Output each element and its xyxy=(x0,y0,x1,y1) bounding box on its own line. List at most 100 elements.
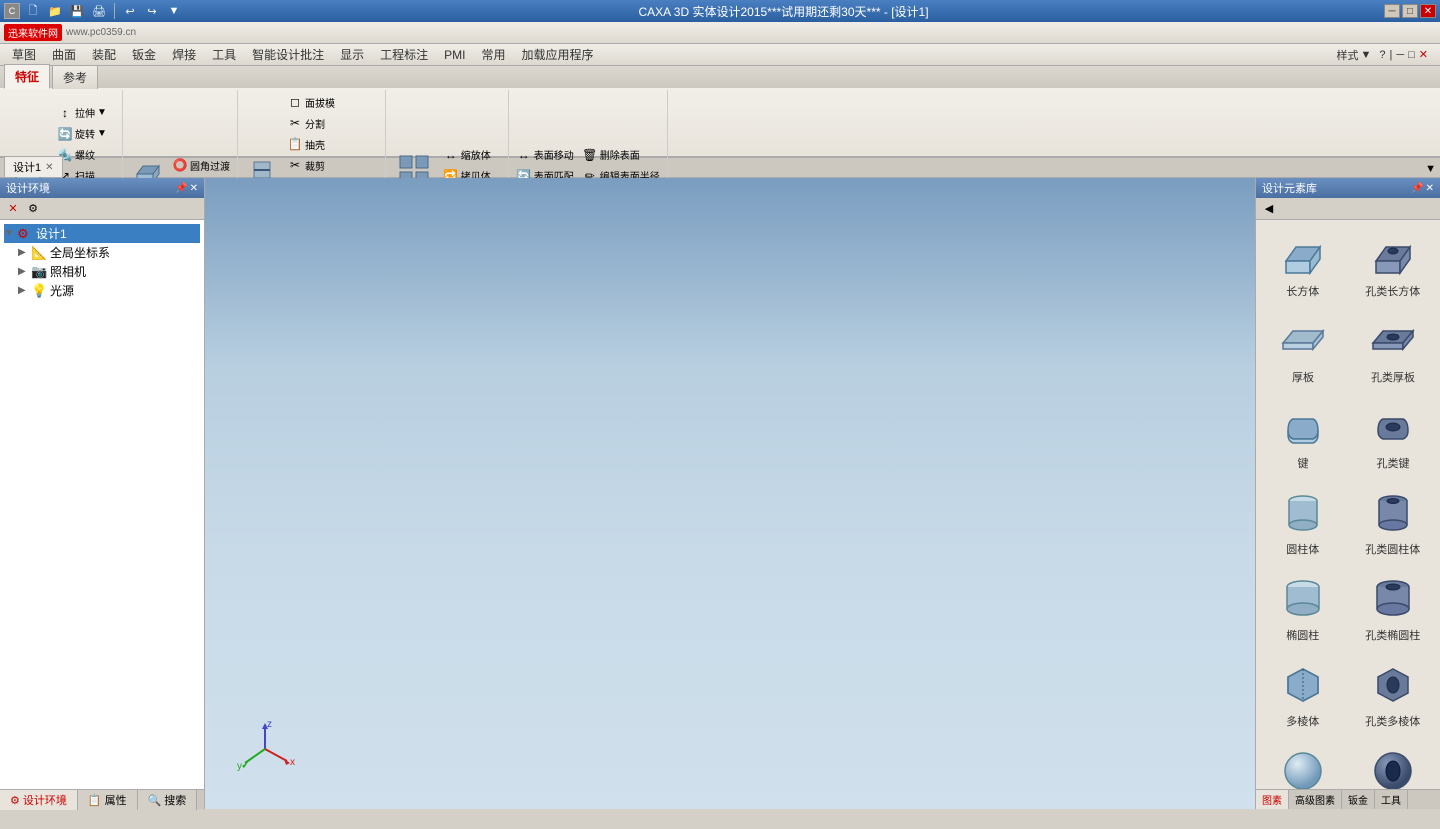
help-button[interactable]: ? xyxy=(1379,49,1385,61)
menu-display[interactable]: 显示 xyxy=(332,44,372,65)
fillet-icon: ⭕ xyxy=(172,157,188,173)
menu-sketch[interactable]: 草图 xyxy=(4,44,44,65)
tab-search[interactable]: 🔍搜索 xyxy=(138,790,198,810)
print-button[interactable]: 🖨 xyxy=(90,2,108,20)
expand-icon[interactable]: ▶ xyxy=(18,266,28,277)
ribbon-close[interactable]: ✕ xyxy=(1419,48,1428,61)
style-dropdown[interactable]: ▼ xyxy=(1360,49,1371,61)
doc-tab-close[interactable]: ✕ xyxy=(45,162,53,173)
tree-item-light[interactable]: ▶ 💡 光源 xyxy=(4,281,200,300)
panel-pin-button[interactable]: 📌 xyxy=(175,183,187,194)
dropdown-arrow[interactable]: ▼ xyxy=(97,128,107,139)
menu-smartdesign[interactable]: 智能设计批注 xyxy=(244,44,332,65)
menu-weld[interactable]: 焊接 xyxy=(164,44,204,65)
element-row-sphere: 球体 xyxy=(1260,740,1436,789)
element-sphere[interactable]: 球体 xyxy=(1273,740,1333,789)
rbt-elements[interactable]: 图素 xyxy=(1256,790,1289,809)
close-button[interactable]: ✕ xyxy=(1420,4,1436,18)
dropdown-arrow[interactable]: ▼ xyxy=(97,107,107,118)
btn-scale[interactable]: ↔ 缩放体 xyxy=(440,145,504,165)
btn-thread[interactable]: 🔩 螺纹 xyxy=(54,145,118,165)
right-panel-pin[interactable]: 📌 xyxy=(1411,183,1423,194)
element-row-box: 长方体 孔类长方体 xyxy=(1260,224,1436,302)
menu-sheetmetal[interactable]: 钣金 xyxy=(124,44,164,65)
menu-common[interactable]: 常用 xyxy=(473,44,513,65)
new-button[interactable]: 🗋 xyxy=(24,2,42,20)
light-icon: 💡 xyxy=(31,283,47,299)
tab-reference[interactable]: 参考 xyxy=(52,65,98,89)
expand-icon[interactable]: ▶ xyxy=(18,285,28,296)
btn-surface-move[interactable]: ↔ 表面移动 xyxy=(513,145,577,165)
element-box-hole[interactable]: 孔类长方体 xyxy=(1362,224,1423,302)
right-panel-back[interactable]: ◀ xyxy=(1260,200,1278,218)
search-icon: 🔍 xyxy=(148,795,162,807)
ellip-thumb xyxy=(1276,571,1330,625)
expand-icon[interactable]: ▼ xyxy=(4,228,14,239)
key-thumb xyxy=(1276,399,1330,453)
panel-settings-button[interactable]: ⚙ xyxy=(24,200,42,218)
rbt-sheetmetal[interactable]: 钣金 xyxy=(1342,790,1375,809)
element-plate-hole[interactable]: 孔类厚板 xyxy=(1363,310,1423,388)
plate-hole-label: 孔类厚板 xyxy=(1371,369,1415,385)
menu-pmi[interactable]: PMI xyxy=(436,46,473,64)
btn-face-draft[interactable]: ◻ 面拔模 xyxy=(284,92,381,112)
ellip-hole-thumb xyxy=(1366,571,1420,625)
rbt-advanced[interactable]: 高级图素 xyxy=(1289,790,1342,809)
menu-surface[interactable]: 曲面 xyxy=(44,44,84,65)
rbt-tools[interactable]: 工具 xyxy=(1375,790,1408,809)
tree-item-coordinate[interactable]: ▶ 📐 全局坐标系 xyxy=(4,243,200,262)
app-icon[interactable]: C xyxy=(4,3,20,19)
element-ellip-hole[interactable]: 孔类椭圆柱 xyxy=(1362,568,1423,646)
canvas-area[interactable]: z x y xyxy=(205,178,1255,809)
bottom-tabs: ⚙设计环境 📋属性 🔍搜索 xyxy=(0,789,204,809)
panel-delete-button[interactable]: ✕ xyxy=(4,200,22,218)
menu-tools[interactable]: 工具 xyxy=(204,44,244,65)
btn-trim[interactable]: ✂ 裁剪 xyxy=(284,155,381,175)
doc-tab-label: 设计1 xyxy=(13,159,41,175)
element-ellip[interactable]: 椭圆柱 xyxy=(1273,568,1333,646)
expand-icon[interactable]: ▶ xyxy=(18,247,28,258)
ribbon-restore[interactable]: □ xyxy=(1408,49,1415,61)
save-button[interactable]: 💾 xyxy=(68,2,86,20)
menu-assembly[interactable]: 装配 xyxy=(84,44,124,65)
element-box[interactable]: 长方体 xyxy=(1273,224,1333,302)
btn-rotate[interactable]: 🔄 旋转 ▼ xyxy=(54,124,118,144)
element-cylinder[interactable]: 圆柱体 xyxy=(1273,482,1333,560)
tab-feature[interactable]: 特征 xyxy=(4,64,50,89)
btn-split[interactable]: ✂ 分割 xyxy=(284,113,381,133)
customize-dropdown[interactable]: ▼ xyxy=(165,2,183,20)
btn-delete-surface[interactable]: 🗑 删除表面 xyxy=(579,145,663,165)
minimize-button[interactable]: ─ xyxy=(1384,4,1400,18)
element-sphere-hole[interactable]: 孔类球体 xyxy=(1363,740,1423,789)
element-key-hole[interactable]: 孔类键 xyxy=(1363,396,1423,474)
panel-close-button[interactable]: ✕ xyxy=(190,183,198,194)
menu-engineering[interactable]: 工程标注 xyxy=(372,44,436,65)
element-cyl-hole[interactable]: 孔类圆柱体 xyxy=(1362,482,1423,560)
open-button[interactable]: 📁 xyxy=(46,2,64,20)
tree-item-camera[interactable]: ▶ 📷 照相机 xyxy=(4,262,200,281)
undo-button[interactable]: ↩ xyxy=(121,2,139,20)
redo-button[interactable]: ↪ xyxy=(143,2,161,20)
window-title: CAXA 3D 实体设计2015***试用期还剩30天*** - [设计1] xyxy=(183,3,1384,20)
element-prism-hole[interactable]: 孔类多棱体 xyxy=(1362,654,1423,732)
tab-design-env[interactable]: ⚙设计环境 xyxy=(0,790,78,810)
maximize-button[interactable]: □ xyxy=(1402,4,1418,18)
btn-shell[interactable]: 📋 抽壳 xyxy=(284,134,381,154)
tree-item-design1[interactable]: ▼ ⚙ 设计1 xyxy=(4,224,200,243)
key-label: 键 xyxy=(1298,455,1309,471)
btn-extrude[interactable]: ↕ 拉伸 ▼ xyxy=(54,103,118,123)
camera-icon: 📷 xyxy=(31,264,47,280)
ribbon-minimize[interactable]: ─ xyxy=(1396,49,1404,61)
tree-label: 全局坐标系 xyxy=(50,244,110,261)
element-key[interactable]: 键 xyxy=(1273,396,1333,474)
menu-loadapp[interactable]: 加载应用程序 xyxy=(514,44,602,65)
element-plate[interactable]: 厚板 xyxy=(1273,310,1333,388)
doc-tab-design1[interactable]: 设计1 ✕ xyxy=(4,156,63,177)
element-prism[interactable]: 多棱体 xyxy=(1273,654,1333,732)
svg-text:z: z xyxy=(267,719,272,730)
btn-label: 裁剪 xyxy=(305,158,325,173)
tab-properties[interactable]: 📋属性 xyxy=(78,790,138,810)
tabstrip-dropdown[interactable]: ▼ xyxy=(1421,161,1440,177)
right-panel-close[interactable]: ✕ xyxy=(1426,183,1434,194)
btn-fillet[interactable]: ⭕ 圆角过渡 xyxy=(169,155,233,175)
